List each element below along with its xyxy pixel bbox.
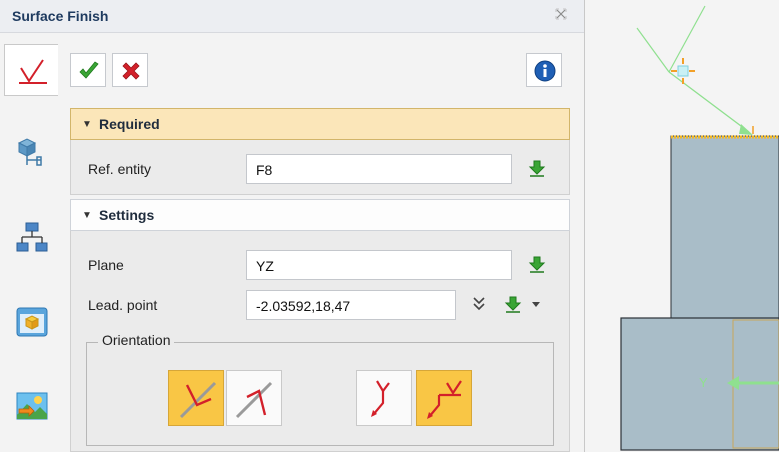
close-icon[interactable] bbox=[552, 7, 570, 25]
hierarchy-tab[interactable] bbox=[4, 212, 58, 264]
pick-point-icon[interactable] bbox=[504, 295, 522, 313]
tree-structure-icon bbox=[16, 222, 48, 252]
orientation-group bbox=[86, 342, 554, 446]
dropdown-arrow-icon[interactable] bbox=[530, 298, 542, 310]
info-icon bbox=[534, 60, 556, 82]
green-check-icon bbox=[79, 61, 99, 79]
render-tab[interactable] bbox=[4, 380, 58, 432]
surface-finish-panel: Surface Finish ▼ Required Ref. entity F8… bbox=[0, 0, 585, 452]
pick-entity-icon[interactable] bbox=[528, 159, 546, 177]
collapse-arrow-icon: ▼ bbox=[82, 119, 92, 130]
leader-left-icon bbox=[371, 380, 390, 417]
orientation-label: Orientation bbox=[98, 332, 175, 348]
axis-label: Y bbox=[699, 375, 708, 390]
ref-entity-field[interactable]: F8 bbox=[246, 154, 512, 184]
action-toolbar bbox=[66, 47, 570, 93]
symbol-normal-icon bbox=[179, 381, 217, 419]
datum-tab[interactable] bbox=[4, 126, 58, 178]
lead-point-field[interactable]: -2.03592,18,47 bbox=[246, 290, 456, 320]
cube-view-icon bbox=[16, 307, 48, 337]
surface-finish-tab[interactable] bbox=[4, 44, 58, 96]
pick-plane-icon[interactable] bbox=[528, 255, 546, 273]
collapse-arrow-icon: ▼ bbox=[82, 210, 92, 221]
view-tab[interactable] bbox=[4, 296, 58, 348]
cancel-button[interactable] bbox=[112, 53, 148, 87]
lead-point-label: Lead. point bbox=[88, 297, 158, 313]
leader-right-icon bbox=[427, 380, 462, 419]
dialog-title: Surface Finish bbox=[12, 8, 109, 24]
symbol-reversed-icon bbox=[235, 381, 273, 419]
ok-button[interactable] bbox=[70, 53, 106, 87]
settings-section-header[interactable]: ▼ Settings bbox=[70, 199, 570, 231]
info-button[interactable] bbox=[526, 53, 562, 87]
title-bar: Surface Finish bbox=[0, 0, 584, 33]
red-x-icon bbox=[122, 62, 140, 80]
plane-field[interactable]: YZ bbox=[246, 250, 512, 280]
leader-right-button[interactable] bbox=[416, 370, 472, 426]
model-viewport[interactable]: Y bbox=[585, 0, 779, 452]
orient-normal-button[interactable] bbox=[168, 370, 224, 426]
required-section-header[interactable]: ▼ Required bbox=[70, 108, 570, 140]
datum-feature-icon bbox=[17, 138, 42, 166]
model-geometry bbox=[620, 5, 779, 451]
landscape-image-icon bbox=[16, 392, 48, 420]
side-tab-strip bbox=[0, 34, 60, 452]
settings-header-label: Settings bbox=[99, 207, 155, 223]
leader-left-button[interactable] bbox=[356, 370, 412, 426]
required-header-label: Required bbox=[99, 116, 160, 132]
orient-reversed-button[interactable] bbox=[226, 370, 282, 426]
plane-label: Plane bbox=[88, 257, 124, 273]
ref-entity-label: Ref. entity bbox=[88, 161, 152, 177]
expand-chevron-icon[interactable] bbox=[470, 295, 488, 313]
checkmark-symbol-icon bbox=[19, 59, 47, 84]
